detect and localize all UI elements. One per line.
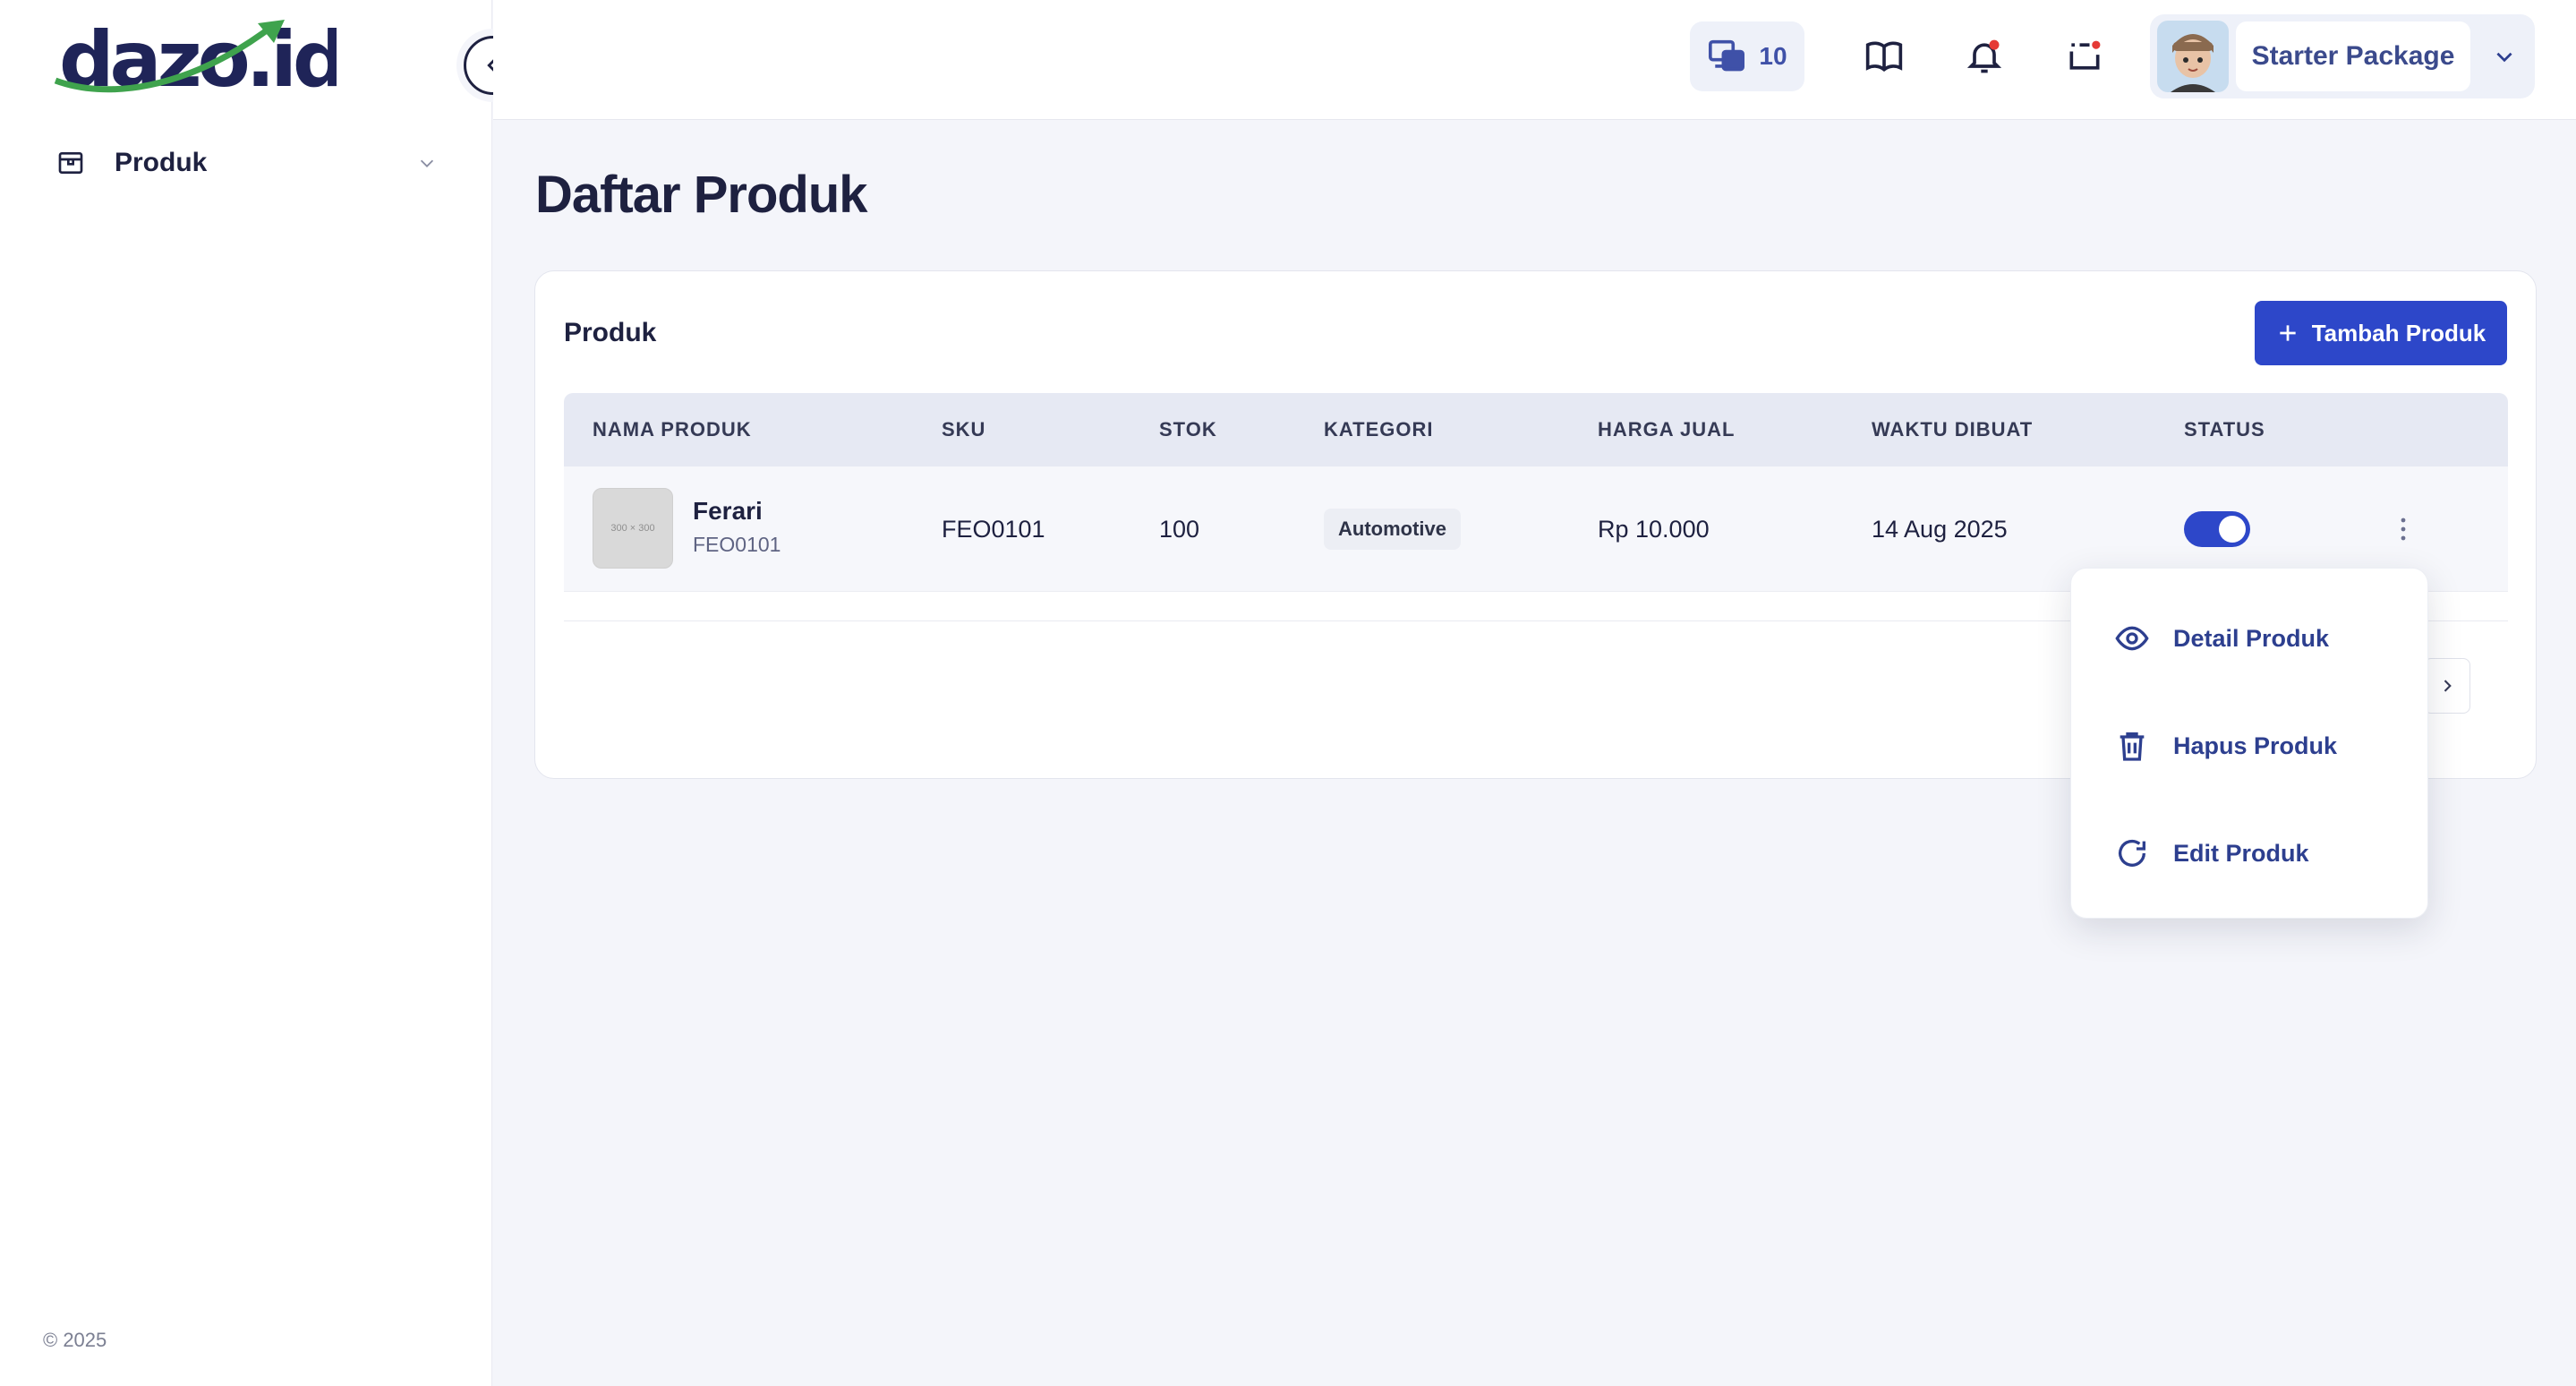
- product-name[interactable]: Ferari: [693, 497, 763, 526]
- avatar-image: [2171, 34, 2215, 92]
- package-menu[interactable]: Starter Package: [2150, 14, 2535, 98]
- avatar: [2157, 21, 2229, 92]
- logo-mark: dazo.id: [54, 16, 337, 97]
- sidebar-item-produk[interactable]: Produk: [55, 140, 440, 186]
- guide-button[interactable]: [1860, 32, 1908, 81]
- trash-icon: [2112, 726, 2152, 766]
- devices-icon: [1709, 39, 1745, 72]
- status-toggle[interactable]: [2184, 511, 2250, 547]
- category-badge: Automotive: [1324, 509, 1461, 550]
- column-header: KATEGORI: [1324, 418, 1434, 441]
- card-title: Produk: [564, 318, 657, 347]
- kebab-icon: [2401, 518, 2406, 541]
- chevron-down-icon: [414, 150, 440, 176]
- svg-text:dazo.id: dazo.id: [59, 16, 337, 97]
- product-sku-sub: FEO0101: [693, 533, 781, 556]
- product-thumbnail: 300 × 300: [593, 488, 673, 569]
- column-header: STOK: [1159, 418, 1217, 441]
- column-header: HARGA JUAL: [1598, 418, 1736, 441]
- plus-icon: [2280, 325, 2296, 341]
- book-icon: [1865, 41, 1903, 73]
- box-icon: [55, 148, 86, 178]
- category-cell: Automotive: [1324, 466, 1461, 592]
- menu-item-label: Detail Produk: [2173, 624, 2330, 652]
- sidebar-item-label: Produk: [115, 148, 208, 177]
- menu-item-label: Hapus Produk: [2173, 732, 2338, 759]
- page-title: Daftar Produk: [535, 166, 868, 224]
- activity-button[interactable]: [2060, 32, 2109, 81]
- credits-count: 10: [1759, 42, 1787, 70]
- menu-item-detail[interactable]: Detail Produk: [2112, 612, 2399, 665]
- row-actions-menu: Detail Produk Hapus Produk Edit Produk: [2070, 568, 2428, 919]
- product-price: Rp 10.000: [1598, 515, 1710, 543]
- eye-icon: [2112, 619, 2152, 658]
- column-header: NAMA PRODUK: [593, 418, 752, 441]
- product-sku: FEO0101: [942, 515, 1045, 543]
- row-actions-button[interactable]: [2390, 511, 2417, 547]
- table-header: NAMA PRODUK SKU STOK KATEGORI HARGA JUAL…: [564, 393, 2508, 466]
- credits-button[interactable]: 10: [1690, 21, 1804, 91]
- copyright: © 2025: [43, 1329, 107, 1351]
- refresh-icon: [2112, 834, 2152, 873]
- product-stock: 100: [1159, 515, 1200, 543]
- menu-item-edit[interactable]: Edit Produk: [2112, 826, 2399, 880]
- column-header: STATUS: [2184, 418, 2265, 441]
- package-name: Starter Package: [2236, 21, 2470, 91]
- add-product-button[interactable]: Tambah Produk: [2255, 301, 2507, 365]
- chevron-right-icon: [2444, 680, 2452, 692]
- product-created: 14 Aug 2025: [1872, 515, 2008, 543]
- menu-item-label: Edit Produk: [2173, 839, 2309, 867]
- notification-button[interactable]: [1960, 32, 2009, 81]
- pagination-next-button[interactable]: [2424, 658, 2470, 714]
- chevron-down-icon: [2486, 38, 2522, 74]
- route-icon: [2069, 40, 2101, 70]
- bell-icon: [1966, 39, 2002, 73]
- column-header: SKU: [942, 418, 986, 441]
- menu-item-delete[interactable]: Hapus Produk: [2112, 719, 2399, 773]
- add-product-label: Tambah Produk: [2311, 319, 2486, 346]
- column-header: WAKTU DIBUAT: [1872, 418, 2034, 441]
- logo[interactable]: dazo.id: [50, 16, 337, 97]
- sidebar: dazo.id Produk © 2025: [0, 0, 492, 1386]
